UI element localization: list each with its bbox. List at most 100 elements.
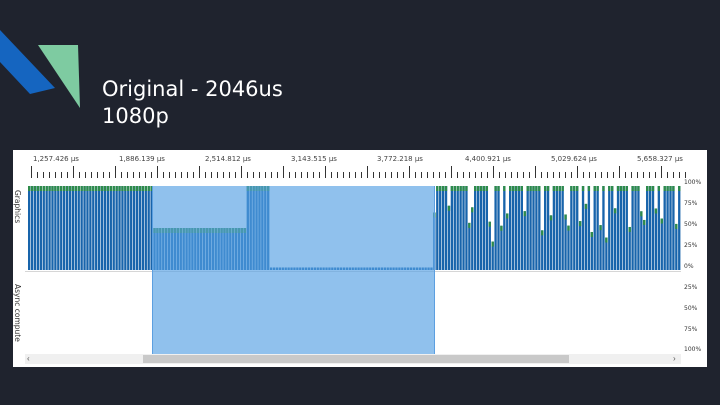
graphics-bar <box>89 186 92 270</box>
graphics-bar-cap <box>36 186 40 191</box>
graphics-bar-cap <box>523 211 526 217</box>
graphics-bar-cap <box>648 186 652 191</box>
graphics-bar <box>622 186 626 270</box>
graphics-bar-cap <box>611 186 614 191</box>
graphics-bar <box>141 186 145 270</box>
graphics-bar-cap <box>570 186 573 191</box>
graphics-bar-cap <box>459 186 462 191</box>
graphics-bar-cap <box>118 186 121 191</box>
graphics-bar-cap <box>60 186 63 191</box>
graphics-axis-label: 75% <box>684 200 698 207</box>
graphics-bar <box>567 225 570 270</box>
async-axis-label: 100% <box>684 346 702 353</box>
graphics-bar-cap <box>657 186 661 191</box>
graphics-bar-cap <box>92 186 95 191</box>
graphics-bar-cap <box>33 186 37 191</box>
graphics-bar <box>28 186 31 270</box>
decorative-corner-shape <box>0 30 80 108</box>
graphics-bar <box>124 186 127 270</box>
graphics-bar-cap <box>450 186 454 191</box>
async-axis-label: 50% <box>684 305 698 312</box>
graphics-bar <box>660 218 663 270</box>
graphics-bar-cap <box>634 186 637 191</box>
graphics-bar <box>593 186 596 270</box>
graphics-bar-cap <box>643 219 646 225</box>
graphics-bar-cap <box>491 241 494 247</box>
graphics-bar <box>602 186 605 270</box>
graphics-bar-cap <box>51 186 54 191</box>
graphics-axis-label: 50% <box>684 221 698 228</box>
graphics-bar <box>39 186 42 270</box>
graphics-bar <box>147 186 150 270</box>
graphics-bar <box>60 186 63 270</box>
graphics-bar <box>648 186 652 270</box>
graphics-bar <box>144 186 147 270</box>
graphics-bar <box>106 186 110 270</box>
graphics-bar-cap <box>100 186 104 191</box>
graphics-bar <box>541 230 544 270</box>
graphics-bar <box>608 186 611 270</box>
graphics-bar <box>474 186 477 270</box>
graphics-axis-label: 25% <box>684 242 698 249</box>
graphics-bar-cap <box>578 221 582 227</box>
graphics-bar <box>517 186 521 270</box>
graphics-bar-cap <box>74 186 77 191</box>
graphics-bar-cap <box>444 186 448 191</box>
graphics-bar-cap <box>28 186 31 191</box>
graphics-bar <box>97 186 101 270</box>
scroll-left-arrow-icon[interactable]: ‹ <box>27 354 30 364</box>
graphics-bar <box>494 186 497 270</box>
graphics-bar <box>625 186 628 270</box>
graphics-bar-cap <box>511 186 515 191</box>
graphics-bar-cap <box>526 186 529 191</box>
graphics-bar-cap <box>474 186 477 191</box>
graphics-bar-cap <box>130 186 133 191</box>
graphics-bar-cap <box>538 186 541 191</box>
graphics-bar-cap <box>121 186 124 191</box>
scrollbar-thumb[interactable] <box>143 355 569 363</box>
graphics-bar <box>482 186 486 270</box>
graphics-bar-cap <box>30 186 34 191</box>
graphics-bar-cap <box>535 186 538 191</box>
graphics-bar-cap <box>616 186 620 191</box>
graphics-bar-cap <box>42 186 45 191</box>
graphics-bar <box>634 186 637 270</box>
graphics-bar-cap <box>672 186 675 191</box>
graphics-bar <box>596 186 599 270</box>
graphics-bar <box>118 186 121 270</box>
graphics-bar <box>485 186 489 270</box>
scroll-right-arrow-icon[interactable]: › <box>673 354 676 364</box>
horizontal-scrollbar[interactable]: ‹ › <box>25 354 681 364</box>
graphics-bar <box>447 205 451 270</box>
graphics-bar <box>462 186 465 270</box>
graphics-bar <box>590 231 593 270</box>
graphics-bar-cap <box>596 186 599 191</box>
graphics-bar-cap <box>663 186 666 191</box>
graphics-bar-cap <box>546 186 550 191</box>
graphics-bar-cap <box>669 186 672 191</box>
graphics-bar-cap <box>605 237 608 243</box>
graphics-bar-cap <box>447 205 451 211</box>
graphics-bar-cap <box>476 186 480 191</box>
graphics-bar-cap <box>144 186 147 191</box>
slide-title-line1: Original - 2046us <box>102 77 283 101</box>
graphics-bar <box>552 186 556 270</box>
graphics-bar <box>500 225 503 270</box>
graphics-bar <box>663 186 666 270</box>
graphics-bar <box>616 186 620 270</box>
graphics-bar <box>561 186 564 270</box>
time-range-selection[interactable] <box>152 186 435 354</box>
graphics-bar-cap <box>436 186 439 191</box>
slide-title: Original - 2046us 1080p <box>102 76 283 130</box>
graphics-bar-cap <box>95 186 98 191</box>
graphics-bar-cap <box>573 186 576 191</box>
graphics-bar <box>509 186 512 270</box>
graphics-axis-label: 0% <box>684 263 694 270</box>
graphics-bar-cap <box>628 226 631 232</box>
graphics-bar <box>526 186 529 270</box>
graphics-bar <box>68 186 72 270</box>
graphics-bar-cap <box>39 186 42 191</box>
graphics-bar-cap <box>479 186 483 191</box>
graphics-bar-cap <box>520 186 523 191</box>
graphics-bar-cap <box>552 186 556 191</box>
